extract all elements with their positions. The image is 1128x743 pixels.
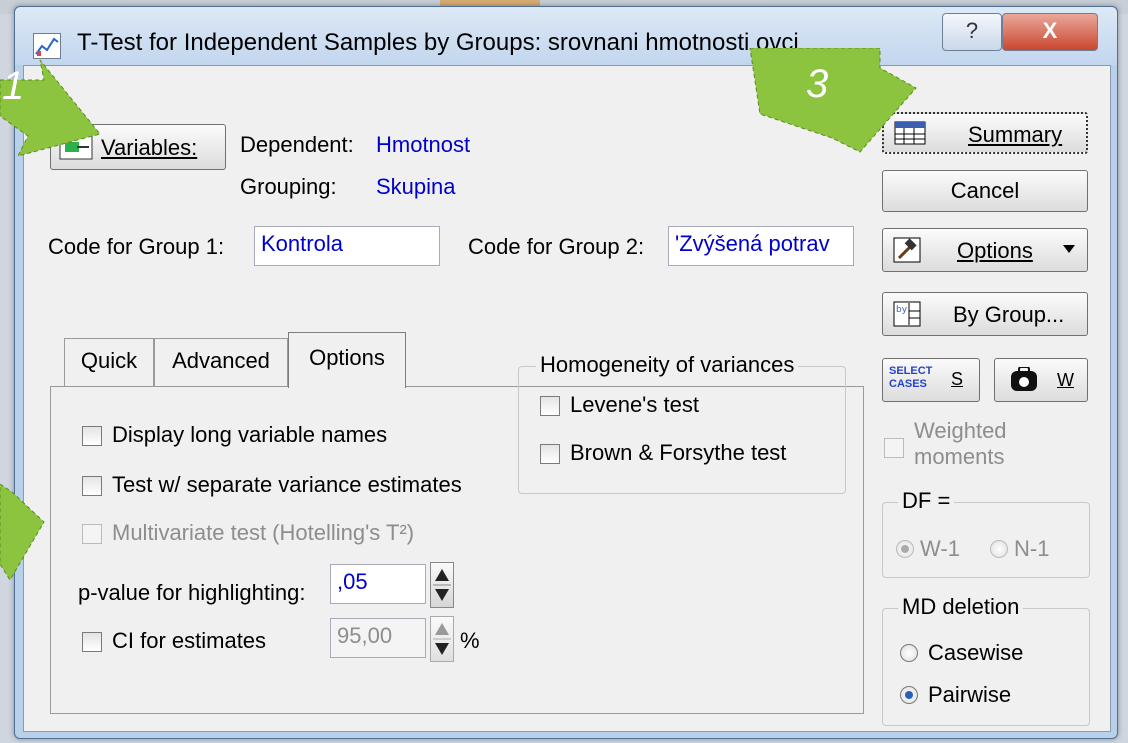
title-bar[interactable]: T-Test for Independent Samples by Groups…	[15, 7, 1117, 65]
annotation-arrow-3	[740, 47, 920, 163]
options-button[interactable]: Options	[882, 228, 1088, 272]
grouping-label: Grouping:	[240, 174, 337, 199]
multivariate-label: Multivariate test (Hotelling's T²)	[112, 520, 415, 545]
annotation-number-1: 1	[2, 64, 25, 108]
annotation-number-3: 3	[806, 62, 829, 106]
tab-options[interactable]: Options	[288, 332, 406, 388]
md-pairwise-radio[interactable]	[900, 686, 918, 704]
by-group-icon: by	[893, 301, 921, 333]
df-w1-radio[interactable]	[896, 540, 914, 558]
md-pairwise-label: Pairwise	[928, 682, 1012, 707]
dependent-value[interactable]: Hmotnost	[376, 132, 470, 158]
pvalue-spinner[interactable]	[430, 562, 454, 608]
chevron-down-icon	[1061, 239, 1077, 265]
df-n1-label: N-1	[1014, 536, 1050, 561]
md-casewise-radio[interactable]	[900, 644, 918, 662]
weighted-moments-checkbox[interactable]	[884, 438, 904, 458]
separate-variance-checkbox[interactable]	[82, 476, 102, 496]
ci-unit: %	[460, 628, 480, 653]
ci-field[interactable]: 95,00	[330, 618, 426, 658]
pvalue-label: p-value for highlighting:	[78, 580, 306, 605]
annotation-arrow-2	[0, 483, 48, 589]
group1-code-field[interactable]: Kontrola	[254, 226, 440, 266]
ci-spinner[interactable]	[430, 616, 454, 662]
md-deletion-title: MD deletion	[898, 594, 1024, 620]
md-casewise-label: Casewise	[928, 640, 1024, 665]
close-button[interactable]: X	[1002, 13, 1098, 51]
window-title: T-Test for Independent Samples by Groups…	[77, 29, 799, 56]
weight-w: W	[1057, 370, 1074, 390]
long-names-checkbox[interactable]	[82, 426, 102, 446]
tab-quick[interactable]: Quick	[64, 338, 154, 386]
select-cases-button[interactable]: SELECT CASES S	[882, 358, 980, 402]
homogeneity-title: Homogeneity of variances	[536, 352, 799, 378]
weight-icon	[1007, 366, 1041, 399]
levene-label: Levene's test	[570, 392, 699, 417]
weighted-moments-label: Weighted moments	[914, 418, 1007, 469]
group1-code-label: Code for Group 1:	[48, 234, 225, 259]
select-cases-s: S	[951, 369, 964, 389]
dialog-body: Variables: Dependent: Hmotnost Grouping:…	[23, 65, 1111, 732]
by-group-button[interactable]: by By Group...	[882, 292, 1088, 336]
dependent-label: Dependent:	[240, 132, 354, 157]
group2-code-field[interactable]: 'Zvýšená potrav	[668, 226, 854, 266]
select-cases-icon: SELECT CASES	[889, 365, 933, 390]
df-n1-radio[interactable]	[990, 540, 1008, 558]
multivariate-checkbox[interactable]	[82, 524, 102, 544]
weight-button[interactable]: W	[994, 358, 1088, 402]
cancel-button[interactable]: Cancel	[882, 170, 1088, 212]
tab-advanced[interactable]: Advanced	[154, 338, 288, 386]
long-names-label: Display long variable names	[112, 422, 388, 447]
brown-forsythe-label: Brown & Forsythe test	[570, 440, 787, 465]
dialog-window: T-Test for Independent Samples by Groups…	[14, 6, 1118, 739]
options-button-label: Options	[957, 238, 1033, 263]
separate-variance-label: Test w/ separate variance estimates	[112, 472, 462, 497]
variables-button-label: Variables:	[101, 135, 198, 160]
pvalue-field[interactable]: ,05	[330, 564, 426, 604]
help-button[interactable]: ?	[942, 13, 1002, 51]
by-group-label: By Group...	[953, 302, 1065, 327]
homogeneity-group	[518, 366, 846, 494]
ci-checkbox[interactable]	[82, 632, 102, 652]
md-deletion-group	[882, 608, 1090, 726]
df-title: DF =	[898, 488, 955, 514]
group2-code-label: Code for Group 2:	[468, 234, 645, 259]
levene-checkbox[interactable]	[540, 396, 560, 416]
summary-label: Summary	[968, 122, 1063, 147]
grouping-value[interactable]: Skupina	[376, 174, 456, 200]
ci-label: CI for estimates	[112, 628, 267, 653]
df-w1-label: W-1	[920, 536, 960, 561]
svg-text:by: by	[896, 305, 908, 315]
options-hammer-icon	[893, 237, 921, 269]
brown-forsythe-checkbox[interactable]	[540, 444, 560, 464]
